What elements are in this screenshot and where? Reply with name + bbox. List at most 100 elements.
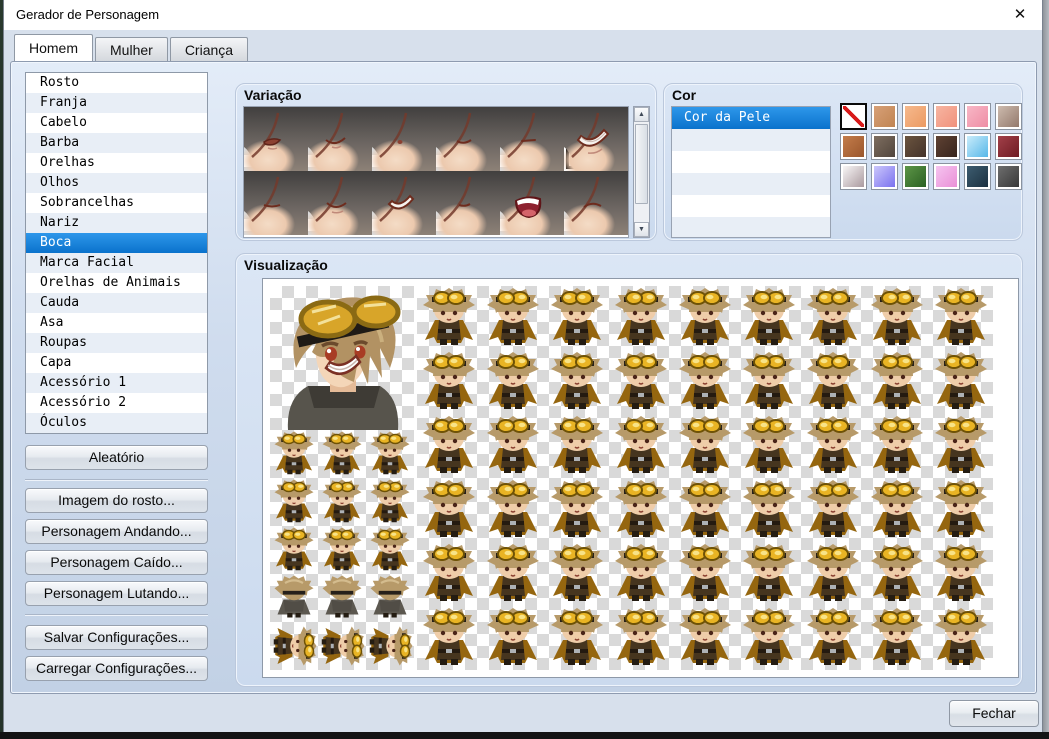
part-item[interactable]: Orelhas de Animais xyxy=(26,273,207,293)
part-item[interactable]: Roupas xyxy=(26,333,207,353)
color-swatch[interactable] xyxy=(933,133,960,160)
variation-option-thin-smile[interactable] xyxy=(308,107,372,171)
sprite-cell xyxy=(417,478,481,542)
part-item[interactable]: Rosto xyxy=(26,73,207,93)
sprite-cell xyxy=(270,478,318,526)
swatch-color xyxy=(843,136,864,157)
part-item[interactable]: Barba xyxy=(26,133,207,153)
sprite-cell xyxy=(545,542,609,606)
color-swatch[interactable] xyxy=(933,103,960,130)
color-swatch[interactable] xyxy=(964,133,991,160)
sprite-cell xyxy=(865,542,929,606)
sprite-cell xyxy=(929,478,993,542)
color-swatch[interactable] xyxy=(871,103,898,130)
color-swatch[interactable] xyxy=(902,163,929,190)
color-swatch[interactable] xyxy=(871,133,898,160)
part-item[interactable]: Orelhas xyxy=(26,153,207,173)
random-button[interactable]: Aleatório xyxy=(25,445,208,470)
color-swatch[interactable] xyxy=(995,103,1022,130)
swatch-none[interactable] xyxy=(840,103,867,130)
no-color-icon xyxy=(843,106,864,127)
face-sprite-sheet xyxy=(270,286,414,430)
variation-option-tiny-mouth[interactable] xyxy=(372,107,436,171)
swatch-color xyxy=(998,136,1019,157)
variation-option-small-line[interactable] xyxy=(436,171,500,235)
color-swatch[interactable] xyxy=(902,133,929,160)
swatch-color xyxy=(936,136,957,157)
swatch-color xyxy=(905,166,926,187)
scroll-up-icon[interactable]: ▲ xyxy=(634,107,649,122)
sprite-cell xyxy=(318,526,366,574)
color-swatch[interactable] xyxy=(995,163,1022,190)
part-item[interactable]: Olhos xyxy=(26,173,207,193)
tab-mulher[interactable]: Mulher xyxy=(95,37,168,61)
part-item[interactable]: Cabelo xyxy=(26,113,207,133)
variation-option-gentle-smile[interactable] xyxy=(308,171,372,235)
close-icon[interactable]: ✕ xyxy=(1008,4,1032,26)
color-swatch[interactable] xyxy=(995,133,1022,160)
variation-option-open-laugh[interactable] xyxy=(500,171,564,235)
scroll-down-icon[interactable]: ▼ xyxy=(634,222,649,237)
tab-homem[interactable]: Homem xyxy=(14,34,93,61)
variation-option-small-downturn[interactable] xyxy=(436,107,500,171)
part-item[interactable]: Acessório 2 xyxy=(26,393,207,413)
downed-character-button[interactable]: Personagem Caído... xyxy=(25,550,208,575)
part-item[interactable]: Marca Facial xyxy=(26,253,207,273)
battler-character-button[interactable]: Personagem Lutando... xyxy=(25,581,208,606)
load-settings-button[interactable]: Carregar Configurações... xyxy=(25,656,208,681)
color-swatch[interactable] xyxy=(902,103,929,130)
color-swatch[interactable] xyxy=(964,103,991,130)
color-swatch[interactable] xyxy=(933,163,960,190)
sprite-cell xyxy=(609,350,673,414)
variation-option-frown[interactable] xyxy=(564,171,628,235)
color-target-item[interactable]: Cor da Pele xyxy=(672,107,830,129)
part-item[interactable]: Franja xyxy=(26,93,207,113)
tab-criança[interactable]: Criança xyxy=(170,37,248,61)
sprite-cell xyxy=(545,350,609,414)
window-title: Gerador de Personagem xyxy=(16,7,159,22)
face-image-button[interactable]: Imagem do rosto... xyxy=(25,488,208,513)
save-settings-button[interactable]: Salvar Configurações... xyxy=(25,625,208,650)
walking-character-button[interactable]: Personagem Andando... xyxy=(25,519,208,544)
sprite-cell xyxy=(673,414,737,478)
scrollbar-thumb[interactable] xyxy=(635,124,648,204)
sprite-cell xyxy=(737,350,801,414)
sprite-cell xyxy=(609,286,673,350)
variation-option-big-grin-teeth[interactable] xyxy=(564,107,628,171)
part-item[interactable]: Nariz xyxy=(26,213,207,233)
sprite-cell xyxy=(318,478,366,526)
variation-option-grin-teeth[interactable] xyxy=(372,171,436,235)
swatch-color xyxy=(967,136,988,157)
sprite-cell xyxy=(318,430,366,478)
variation-option-soft-line[interactable] xyxy=(244,171,308,235)
color-swatch[interactable] xyxy=(840,163,867,190)
sprite-cell xyxy=(417,350,481,414)
tab-page-panel: RostoFranjaCabeloBarbaOrelhasOlhosSobran… xyxy=(10,61,1037,694)
color-swatch[interactable] xyxy=(840,133,867,160)
swatch-color xyxy=(874,106,895,127)
part-item[interactable]: Asa xyxy=(26,313,207,333)
sprite-cell xyxy=(801,286,865,350)
color-swatch[interactable] xyxy=(871,163,898,190)
color-swatch[interactable] xyxy=(964,163,991,190)
part-item[interactable]: Cauda xyxy=(26,293,207,313)
variation-scrollbar[interactable]: ▲ ▼ xyxy=(633,106,650,238)
sprite-cell xyxy=(417,286,481,350)
sprite-cell xyxy=(737,606,801,670)
variation-title: Variação xyxy=(244,87,302,103)
part-item[interactable]: Capa xyxy=(26,353,207,373)
character-preview xyxy=(262,278,1019,678)
color-target-empty-row xyxy=(672,217,830,238)
sprite-cell xyxy=(481,542,545,606)
part-item[interactable]: Óculos xyxy=(26,413,207,433)
part-item[interactable]: Sobrancelhas xyxy=(26,193,207,213)
close-dialog-button[interactable]: Fechar xyxy=(949,700,1039,727)
part-item[interactable]: Boca xyxy=(26,233,207,253)
part-item[interactable]: Acessório 1 xyxy=(26,373,207,393)
swatch-color xyxy=(998,106,1019,127)
variation-option-closed-lips[interactable] xyxy=(244,107,308,171)
sprite-cell xyxy=(801,414,865,478)
swatch-color xyxy=(998,166,1019,187)
variation-option-short-line[interactable] xyxy=(500,107,564,171)
separator xyxy=(25,614,208,616)
